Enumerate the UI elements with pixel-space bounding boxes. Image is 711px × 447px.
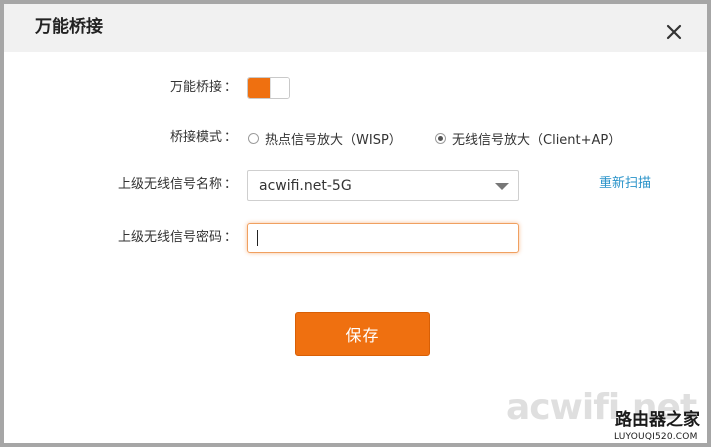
watermark-url: LUYOUQI520.COM <box>614 432 698 442</box>
chevron-down-icon <box>495 183 509 190</box>
mode-option-client-ap[interactable]: 无线信号放大（Client+AP） <box>435 129 622 148</box>
radio-wisp[interactable] <box>248 132 259 144</box>
close-icon <box>666 24 682 40</box>
dialog-title: 万能桥接 <box>35 17 103 37</box>
bridge-toggle[interactable] <box>247 77 290 99</box>
bridge-label: 万能桥接： <box>169 80 237 95</box>
ssid-label: 上级无线信号名称： <box>117 177 237 192</box>
close-button[interactable] <box>660 18 688 46</box>
ssid-select[interactable]: acwifi.net-5G <box>247 170 519 201</box>
toggle-on-fill <box>248 78 270 98</box>
ssid-select-value: acwifi.net-5G <box>259 178 352 194</box>
text-caret <box>257 230 258 246</box>
radio-wisp-label: 热点信号放大（WISP） <box>265 132 402 148</box>
toggle-knob <box>270 78 289 98</box>
password-input[interactable] <box>247 223 519 253</box>
password-label: 上级无线信号密码： <box>117 230 237 245</box>
radio-client-ap-label: 无线信号放大（Client+AP） <box>452 132 622 148</box>
app-window: 万能桥接 万能桥接： 桥接模式： 热点信号放大（WISP） 无线信号放大（Cli… <box>0 0 711 447</box>
mode-option-wisp[interactable]: 热点信号放大（WISP） <box>248 129 402 148</box>
watermark-cn: 路由器之家 <box>615 410 700 430</box>
rescan-link[interactable]: 重新扫描 <box>599 175 651 193</box>
dialog-header: 万能桥接 <box>4 4 707 52</box>
save-button[interactable]: 保存 <box>295 312 430 356</box>
radio-client-ap[interactable] <box>435 132 446 144</box>
mode-label: 桥接模式： <box>169 130 237 145</box>
